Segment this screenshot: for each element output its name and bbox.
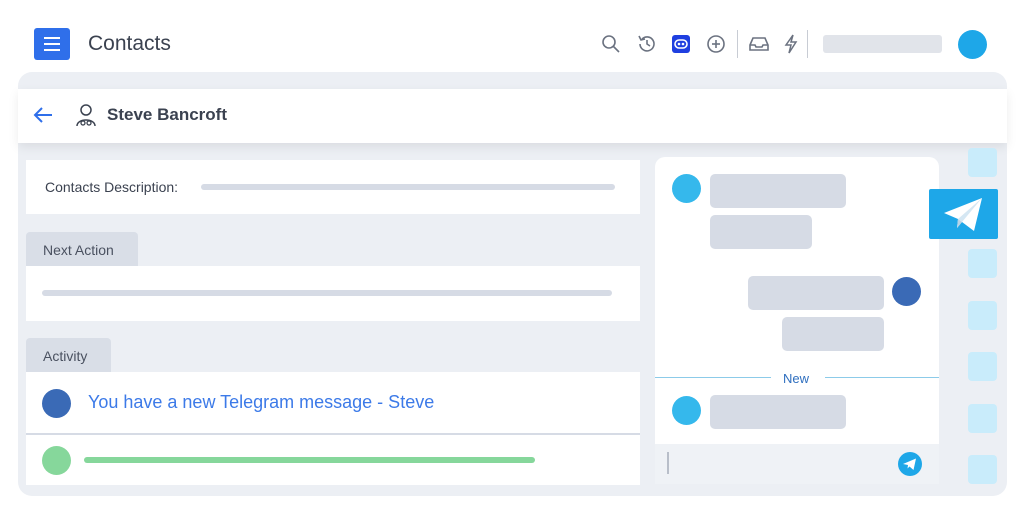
- search-icon[interactable]: [600, 33, 622, 55]
- app-title: Contacts: [88, 32, 171, 55]
- telegram-icon: [944, 198, 982, 231]
- activity-avatar: [42, 389, 71, 418]
- contact-person-icon: [75, 103, 97, 127]
- history-icon[interactable]: [636, 33, 658, 55]
- send-button[interactable]: [898, 452, 922, 476]
- activity-message[interactable]: You have a new Telegram message - Steve: [88, 392, 434, 413]
- telegram-send-icon: [903, 458, 916, 470]
- back-arrow-icon[interactable]: [32, 105, 54, 125]
- rail-item[interactable]: [968, 352, 997, 381]
- rail-item[interactable]: [968, 249, 997, 278]
- chat-bubble-outgoing: [782, 317, 884, 351]
- menu-line: [44, 43, 60, 45]
- chat-avatar-incoming: [672, 396, 701, 425]
- chat-bubble-incoming: [710, 174, 846, 208]
- next-action-field[interactable]: [42, 290, 612, 296]
- bot-icon[interactable]: [670, 33, 692, 55]
- activity-progress-line: [84, 457, 535, 463]
- menu-line: [44, 37, 60, 39]
- chat-bubble-incoming: [710, 215, 812, 249]
- contact-name: Steve Bancroft: [107, 105, 227, 124]
- new-messages-label: New: [783, 371, 810, 386]
- text-cursor: [667, 452, 669, 474]
- description-label: Contacts Description:: [45, 179, 179, 195]
- tab-next-action[interactable]: Next Action: [26, 232, 138, 266]
- toolbar-separator: [807, 30, 808, 58]
- chat-avatar-outgoing: [892, 277, 921, 306]
- toolbar-separator: [737, 30, 738, 58]
- rail-item[interactable]: [968, 148, 997, 177]
- inbox-icon[interactable]: [748, 33, 770, 55]
- user-name-placeholder[interactable]: [823, 35, 942, 53]
- chat-message-input[interactable]: [655, 444, 939, 484]
- telegram-button[interactable]: [929, 189, 998, 239]
- rail-item[interactable]: [968, 455, 997, 484]
- new-divider-line: [825, 377, 939, 378]
- menu-line: [44, 49, 60, 51]
- menu-button[interactable]: [34, 28, 70, 60]
- rail-item[interactable]: [968, 404, 997, 433]
- description-field[interactable]: [201, 184, 615, 190]
- chat-bubble-incoming: [710, 395, 846, 429]
- add-circle-icon[interactable]: [705, 33, 727, 55]
- chat-avatar-incoming: [672, 174, 701, 203]
- lightning-icon[interactable]: [780, 33, 802, 55]
- tab-activity[interactable]: Activity: [26, 338, 111, 372]
- rail-item[interactable]: [968, 301, 997, 330]
- chat-bubble-outgoing: [748, 276, 884, 310]
- avatar[interactable]: [958, 30, 987, 59]
- new-divider-line: [655, 377, 771, 378]
- activity-avatar: [42, 446, 71, 475]
